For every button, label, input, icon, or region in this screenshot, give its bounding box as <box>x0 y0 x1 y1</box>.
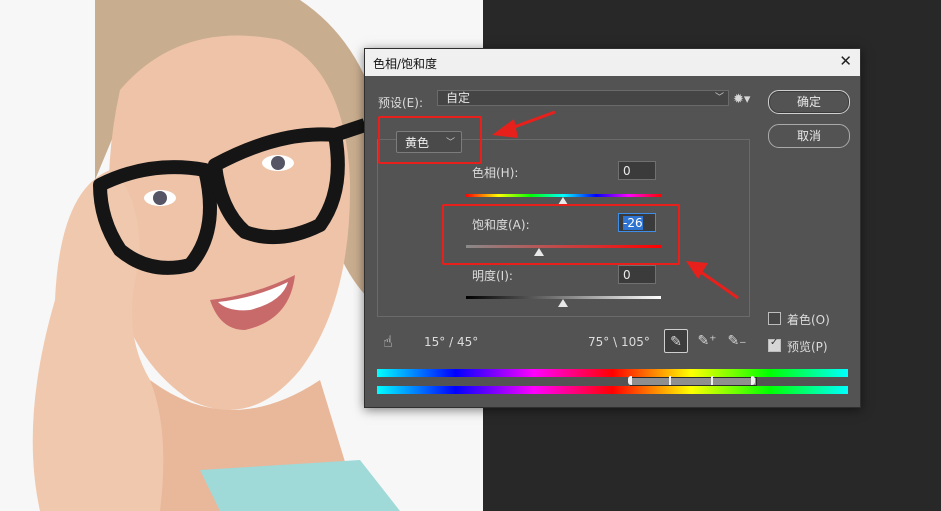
annotation-arrows <box>492 110 739 300</box>
